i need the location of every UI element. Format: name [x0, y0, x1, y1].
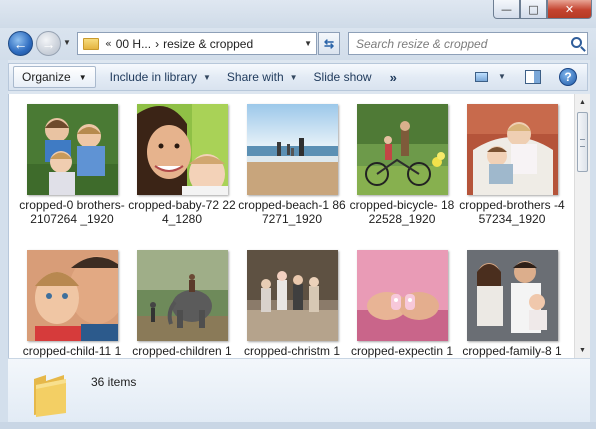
file-name[interactable]: cropped-bicycle- 1822528_1920: [347, 198, 457, 226]
window-frame-left: [0, 60, 8, 422]
include-in-library-label: Include in library: [109, 70, 197, 84]
refresh-button[interactable]: ⇆: [318, 32, 340, 55]
search-icon[interactable]: [571, 37, 582, 48]
forward-button[interactable]: →: [36, 31, 61, 56]
image-thumbnail: [137, 104, 228, 195]
image-thumbnail: [247, 250, 338, 341]
search-box[interactable]: [348, 32, 588, 55]
file-name[interactable]: cropped-christm 1: [237, 344, 347, 358]
organize-label: Organize: [22, 70, 71, 84]
scroll-down-button[interactable]: ▼: [575, 342, 590, 358]
address-bar[interactable]: « 00 H... › resize & cropped ▼: [77, 32, 317, 55]
maximize-button[interactable]: □: [520, 0, 547, 19]
image-thumbnail: [27, 250, 118, 341]
file-name[interactable]: cropped-family-8 1: [457, 344, 567, 358]
file-name[interactable]: cropped-brothers -457234_1920: [457, 198, 567, 226]
scroll-thumb[interactable]: [577, 112, 588, 172]
image-thumbnail: [357, 104, 448, 195]
details-pane: 36 items: [8, 358, 590, 422]
navigation-bar: ← → ▼ « 00 H... › resize & cropped ▼ ⇆: [0, 28, 596, 60]
image-thumbnail: [247, 104, 338, 195]
image-thumbnail: [467, 104, 558, 195]
refresh-icon: ⇆: [323, 36, 335, 51]
help-icon[interactable]: ?: [559, 68, 577, 86]
include-in-library-button[interactable]: Include in library ▼: [102, 64, 219, 90]
file-name[interactable]: cropped-baby-72 224_1280: [127, 198, 237, 226]
vertical-scrollbar[interactable]: ▲ ▼: [574, 94, 590, 358]
file-list[interactable]: cropped-0 brothers-2107264 _1920 cropped…: [8, 94, 574, 358]
chevron-down-icon: ▼: [289, 72, 298, 82]
slide-show-button[interactable]: Slide show: [306, 64, 380, 90]
item-count: 36 items: [91, 375, 137, 389]
minimize-button[interactable]: —: [493, 0, 520, 19]
image-thumbnail: [137, 250, 228, 341]
image-thumbnail: [467, 250, 558, 341]
file-name[interactable]: cropped-expectin 1: [347, 344, 457, 358]
breadcrumb-parent[interactable]: 00 H...: [116, 37, 151, 51]
file-name[interactable]: cropped-beach-1 867271_1920: [237, 198, 347, 226]
chevron-down-icon: ▼: [203, 72, 211, 82]
search-input[interactable]: [349, 33, 559, 54]
address-dropdown[interactable]: ▼: [304, 39, 312, 48]
window-frame-bottom: [0, 422, 596, 429]
image-thumbnail: [27, 104, 118, 195]
file-name[interactable]: cropped-child-11 1: [17, 344, 127, 358]
forward-arrow-icon: →: [41, 35, 56, 52]
view-options-dropdown[interactable]: ▼: [498, 72, 506, 81]
image-thumbnail: [357, 250, 448, 341]
caption-buttons: — □ ✕: [493, 0, 592, 19]
organize-button[interactable]: Organize ▼: [13, 66, 96, 88]
command-bar: Organize ▼ Include in library ▼ Share wi…: [8, 63, 588, 91]
chevron-down-icon: ▼: [78, 72, 87, 82]
scroll-up-button[interactable]: ▲: [575, 94, 590, 110]
more-commands-button[interactable]: »: [380, 70, 407, 85]
window-frame-right: [590, 60, 596, 422]
folder-icon: [34, 375, 66, 417]
breadcrumb-current[interactable]: resize & cropped: [163, 37, 253, 51]
breadcrumb-overflow[interactable]: «: [105, 37, 112, 50]
preview-pane-icon[interactable]: [525, 70, 541, 84]
file-name[interactable]: cropped-children 1: [127, 344, 237, 358]
recent-pages-dropdown[interactable]: ▼: [63, 38, 71, 47]
share-with-label: Share with: [226, 70, 284, 84]
share-with-button[interactable]: Share with ▼: [219, 64, 306, 90]
breadcrumb-separator[interactable]: ›: [155, 37, 159, 51]
back-arrow-icon: ←: [13, 35, 28, 52]
title-bar: — □ ✕: [0, 0, 596, 28]
back-button[interactable]: ←: [8, 31, 33, 56]
view-icon[interactable]: [475, 72, 488, 82]
close-button[interactable]: ✕: [547, 0, 592, 19]
file-name[interactable]: cropped-0 brothers-2107264 _1920: [17, 198, 127, 226]
folder-icon: [83, 37, 99, 50]
slide-show-label: Slide show: [313, 70, 372, 84]
